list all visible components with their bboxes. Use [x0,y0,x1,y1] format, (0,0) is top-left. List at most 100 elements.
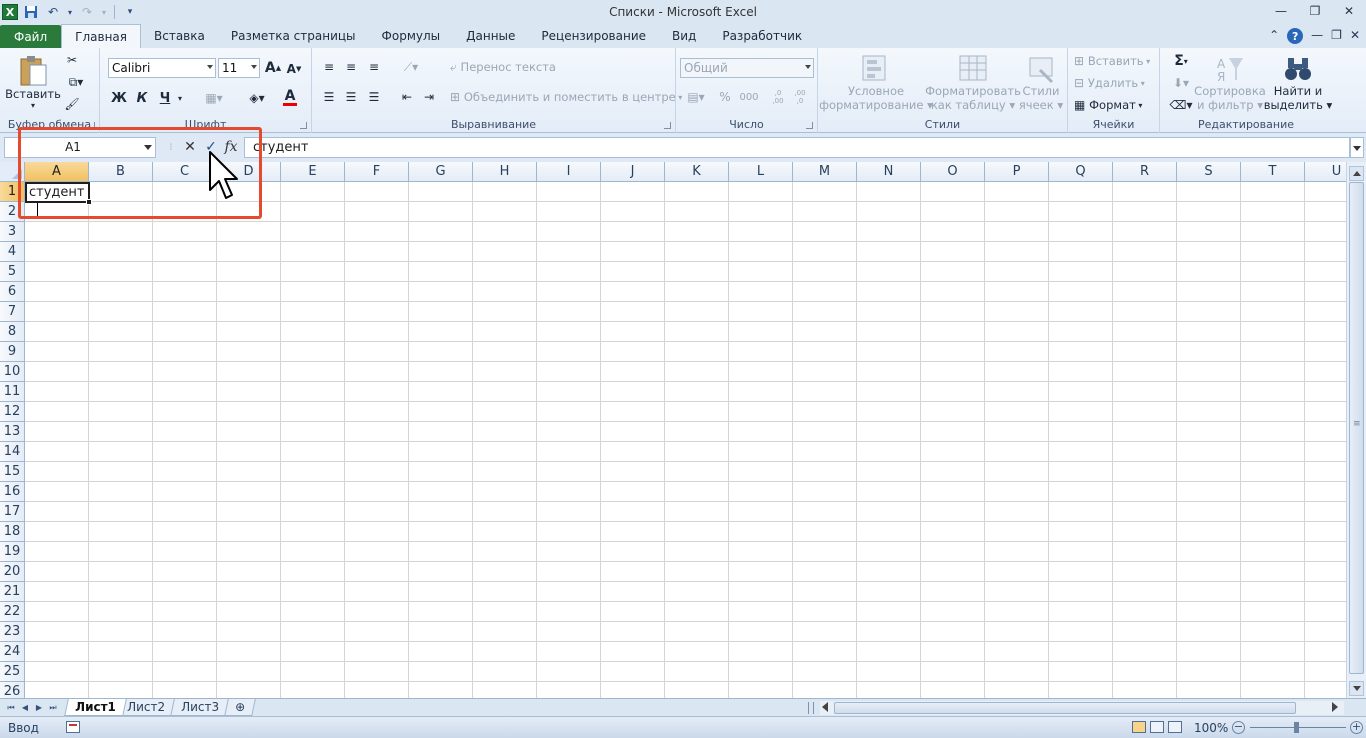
column-header-R[interactable]: R [1113,162,1177,182]
align-left-icon[interactable]: ☰ [320,88,338,106]
row-header-12[interactable]: 12 [0,402,25,422]
find-select-button[interactable]: Найти и выделить ▾ [1264,52,1332,114]
help-icon[interactable]: ? [1287,28,1304,44]
doc-close-icon[interactable]: ✕ [1350,28,1360,44]
worksheet-grid[interactable]: ABCDEFGHIJKLMNOPQRSTU 1 2 3 4 5 6 7 8 9 10 11 12 13 1… [0,162,1346,698]
column-header-H[interactable]: H [473,162,537,182]
doc-minimize-icon[interactable]: — [1311,28,1323,44]
bold-button[interactable]: Ж [110,88,128,108]
row-header-13[interactable]: 13 [0,422,25,442]
column-header-N[interactable]: N [857,162,921,182]
format-as-table-button[interactable]: Форматировать как таблицу ▾ [925,52,1021,114]
zoom-in-icon[interactable]: + [1350,721,1363,734]
close-icon[interactable]: ✕ [1332,0,1366,22]
expand-formula-bar-icon[interactable] [1350,137,1364,158]
redo-icon[interactable]: ↷ [78,3,96,21]
row-header-25[interactable]: 25 [0,662,25,682]
page-break-view-icon[interactable] [1168,721,1182,733]
zoom-level[interactable]: 100% [1194,721,1228,735]
increase-indent-icon[interactable]: ⇥ [420,88,438,106]
wrap-text-button[interactable]: ⤶ Перенос текста [450,58,560,76]
row-header-20[interactable]: 20 [0,562,25,582]
decrease-decimal-button[interactable]: ,00 ,0 [790,86,810,108]
thousands-button[interactable]: 000 [738,88,760,106]
row-header-23[interactable]: 23 [0,622,25,642]
sheet-tab-1[interactable]: Лист1 [64,699,127,716]
tab-home[interactable]: Главная [61,24,141,48]
excel-logo-icon[interactable]: X [2,4,18,20]
vertical-scrollbar[interactable] [1346,162,1366,698]
underline-button[interactable]: Ч [156,88,174,108]
row-header-6[interactable]: 6 [0,282,25,302]
italic-button[interactable]: К [133,88,151,108]
tab-formulas[interactable]: Формулы [369,24,454,48]
page-layout-view-icon[interactable] [1150,721,1164,733]
scroll-down-icon[interactable] [1349,681,1364,696]
cell-styles-button[interactable]: Стили ячеек ▾ [1018,52,1064,114]
sort-filter-button[interactable]: AЯ Сортировка и фильтр ▾ [1194,52,1266,114]
column-header-F[interactable]: F [345,162,409,182]
horizontal-scrollbar[interactable] [820,701,1344,715]
align-center-icon[interactable]: ☰ [342,88,360,106]
delete-cells-button[interactable]: ⊟ Удалить ▾ [1074,74,1156,92]
font-launcher-icon[interactable] [300,122,307,129]
minimize-icon[interactable]: — [1264,0,1298,22]
clear-icon[interactable]: ⌫▾ [1168,96,1194,114]
font-name-combo[interactable]: Calibri [108,58,216,78]
fill-icon[interactable]: ⬇▾ [1168,74,1194,92]
column-header-Q[interactable]: Q [1049,162,1113,182]
tab-view[interactable]: Вид [659,24,709,48]
cancel-entry-icon[interactable]: ✕ [181,138,199,156]
customize-qat-icon[interactable]: ▾ [121,3,139,21]
row-header-5[interactable]: 5 [0,262,25,282]
number-launcher-icon[interactable] [806,122,813,129]
column-header-S[interactable]: S [1177,162,1241,182]
row-header-15[interactable]: 15 [0,462,25,482]
row-header-19[interactable]: 19 [0,542,25,562]
undo-dropdown-icon[interactable]: ▾ [66,3,74,21]
format-cells-button[interactable]: ▦ Формат ▾ [1074,96,1156,114]
grow-font-button[interactable]: A ▲ [264,58,282,78]
borders-icon[interactable]: ▦▾ [200,88,228,108]
row-header-14[interactable]: 14 [0,442,25,462]
row-header-4[interactable]: 4 [0,242,25,262]
orientation-icon[interactable]: ⟋▾ [398,58,424,76]
row-header-1[interactable]: 1 [0,182,25,202]
increase-decimal-button[interactable]: ,0 ,00 [768,86,788,108]
align-bottom-icon[interactable]: ≡ [365,58,383,76]
clipboard-launcher-icon[interactable] [88,122,95,129]
column-header-O[interactable]: O [921,162,985,182]
save-icon[interactable] [22,3,40,21]
tab-page-layout[interactable]: Разметка страницы [218,24,369,48]
tab-insert[interactable]: Вставка [141,24,218,48]
row-header-3[interactable]: 3 [0,222,25,242]
shrink-font-button[interactable]: A ▼ [286,60,302,78]
align-middle-icon[interactable]: ≡ [342,58,360,76]
row-header-22[interactable]: 22 [0,602,25,622]
column-header-J[interactable]: J [601,162,665,182]
name-box[interactable]: A1 [4,137,156,158]
underline-dropdown-icon[interactable]: ▾ [176,88,184,108]
align-top-icon[interactable]: ≡ [320,58,338,76]
cell-area[interactable] [25,182,1346,698]
next-sheet-icon[interactable]: ▶ [32,701,46,714]
tab-split-handle[interactable] [808,702,814,714]
macro-record-icon[interactable] [66,721,80,733]
redo-dropdown-icon[interactable]: ▾ [100,3,108,21]
column-header-B[interactable]: B [89,162,153,182]
fill-handle[interactable] [86,199,92,205]
row-header-17[interactable]: 17 [0,502,25,522]
tab-review[interactable]: Рецензирование [528,24,659,48]
vertical-scroll-thumb[interactable] [1349,182,1364,674]
row-header-11[interactable]: 11 [0,382,25,402]
format-painter-icon[interactable]: 🖌 [64,96,80,112]
restore-icon[interactable]: ❐ [1298,0,1332,22]
row-header-2[interactable]: 2 [0,202,25,222]
row-header-21[interactable]: 21 [0,582,25,602]
minimize-ribbon-icon[interactable]: ⌃ [1269,28,1279,44]
conditional-format-button[interactable]: Условное форматирование ▾ [819,52,933,114]
select-all-button[interactable] [0,162,25,182]
column-header-M[interactable]: M [793,162,857,182]
column-header-A[interactable]: A [25,162,89,182]
column-header-K[interactable]: K [665,162,729,182]
